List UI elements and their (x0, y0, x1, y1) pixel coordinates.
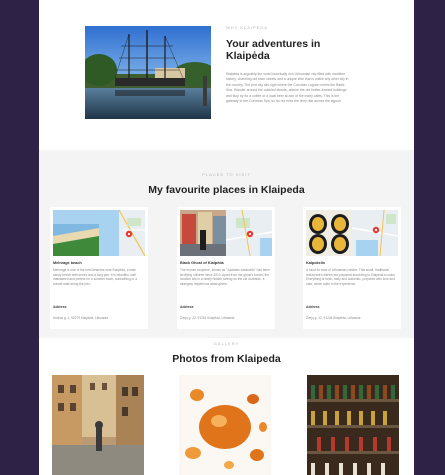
place-card-melnrage[interactable]: Melnrage beach Melnragė is one of the be… (50, 207, 148, 329)
gallery-section: GALLERY Photos from Klaipeda (39, 338, 414, 475)
places-section: PLACES TO VISIT My favourite places in K… (39, 150, 414, 338)
harbour-ship-photo (85, 26, 211, 119)
places-title: My favourite places in Klaipeda (148, 184, 305, 196)
gallery-kicker: GALLERY (213, 341, 240, 346)
place-name: Melnrage beach (53, 261, 82, 265)
place-name: Kalpokelis (306, 261, 325, 265)
place-description: A must for fans of Lithuanian cuisine. T… (306, 268, 396, 286)
place-address: Žvejų g. 22, 91251 Klaipėda, Lithuania (180, 316, 235, 320)
place-description: The bronze sculpture, known as "Juodasis… (180, 268, 270, 286)
address-label: Address (53, 305, 67, 309)
beach-map-thumbnail[interactable] (53, 210, 145, 256)
ghost-map-thumbnail[interactable] (180, 210, 272, 256)
place-description: Melnragė is one of the best beaches near… (53, 268, 137, 286)
place-address: Audros g. 1, 92279 Klaipėda, Lithuania (53, 316, 108, 320)
place-card-kalpokelis[interactable]: Kalpokelis A must for fans of Lithuanian… (303, 207, 401, 329)
intro-text: Klaipėda is arguably the most historical… (226, 72, 349, 104)
address-label: Address (180, 305, 194, 309)
amber-photo[interactable] (179, 375, 271, 475)
page: WHY KLAIPEDA Your adventures in Klaipėda… (39, 0, 414, 475)
restaurant-map-thumbnail[interactable] (306, 210, 398, 256)
old-town-street-photo[interactable] (52, 375, 144, 475)
intro-title: Your adventures in Klaipėda (226, 38, 321, 62)
place-card-black-ghost[interactable]: Black Ghost of Klaipėda The bronze sculp… (177, 207, 275, 329)
intro-kicker: WHY KLAIPEDA (226, 25, 268, 30)
gallery-title: Photos from Klaipeda (172, 353, 281, 365)
intro-section: WHY KLAIPEDA Your adventures in Klaipėda… (39, 0, 414, 148)
place-name: Black Ghost of Klaipėda (180, 261, 224, 265)
place-address: Žvejų g. 12, 91246 Klaipėda, Lithuania (306, 316, 361, 320)
beer-shop-photo[interactable] (307, 375, 399, 475)
places-kicker: PLACES TO VISIT (202, 172, 251, 177)
address-label: Address (306, 305, 320, 309)
